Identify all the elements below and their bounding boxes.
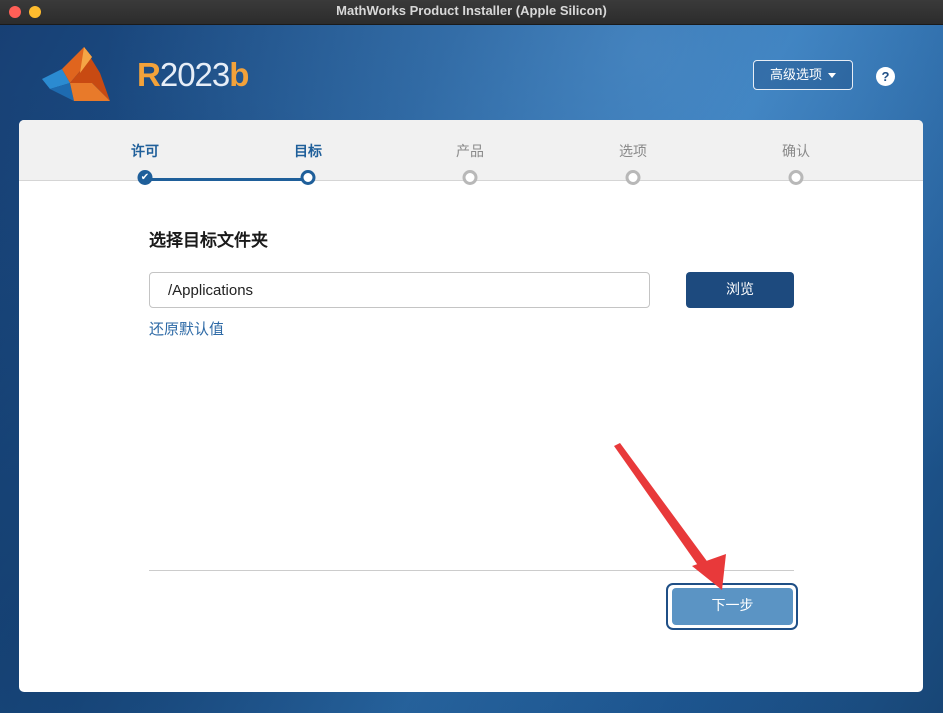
page-title: 选择目标文件夹 (149, 231, 268, 251)
browse-button[interactable]: 浏览 (686, 272, 794, 308)
advanced-options-label: 高级选项 (769, 68, 822, 83)
installer-window: MathWorks Product Installer (Apple Silic… (0, 0, 943, 713)
release-suffix: b (229, 56, 249, 93)
main-panel: 许可 目标 产品 选项 确认 ✔ 选择目标文件夹 浏览 还原默认值 下一步 (19, 120, 923, 692)
step-license-label: 许可 (131, 144, 159, 160)
advanced-options-button[interactable]: 高级选项 (753, 60, 853, 90)
step-products-label: 产品 (456, 144, 484, 160)
step-destination-label: 目标 (294, 144, 322, 160)
step-products-dot (462, 170, 478, 185)
matlab-logo-icon (42, 47, 110, 101)
release-number: 2023 (159, 56, 230, 93)
step-options-dot (625, 170, 641, 185)
next-button[interactable]: 下一步 (672, 588, 793, 625)
step-license-dot: ✔ (137, 170, 153, 185)
destination-folder-input[interactable] (149, 272, 650, 308)
release-prefix: R (137, 56, 161, 93)
restore-default-link[interactable]: 还原默认值 (149, 318, 224, 339)
step-confirm-dot (788, 170, 804, 185)
step-options-label: 选项 (619, 144, 647, 160)
help-icon[interactable]: ? (876, 67, 895, 86)
step-destination-dot (300, 170, 316, 185)
release-label: R2023b (137, 56, 249, 94)
title-bar: MathWorks Product Installer (Apple Silic… (0, 0, 943, 25)
step-confirm-label: 确认 (782, 144, 810, 160)
check-icon: ✔ (140, 172, 150, 183)
footer-divider (149, 570, 794, 571)
chevron-down-icon (828, 73, 836, 78)
window-title: MathWorks Product Installer (Apple Silic… (336, 3, 607, 18)
step-progress-line (145, 178, 308, 181)
